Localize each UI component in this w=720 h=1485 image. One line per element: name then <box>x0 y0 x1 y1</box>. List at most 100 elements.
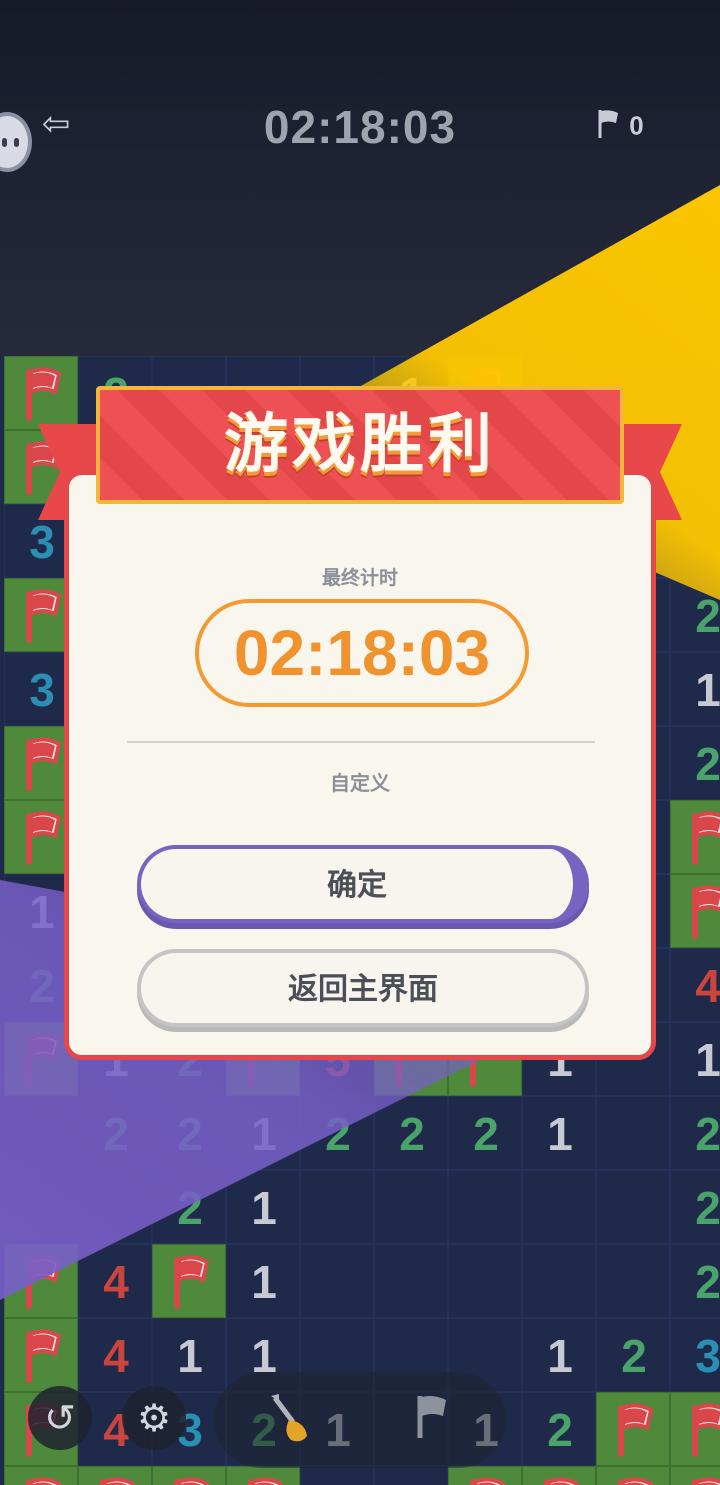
flagged-cell[interactable] <box>4 1244 78 1318</box>
flagged-cell[interactable] <box>670 1466 720 1485</box>
flag-icon <box>15 586 69 650</box>
flag-icon <box>596 108 622 147</box>
flagged-cell[interactable] <box>448 1466 522 1485</box>
top-bar: ⇦ 02:18:03 0 <box>0 0 720 360</box>
empty-cell[interactable] <box>374 1244 448 1318</box>
number-cell[interactable]: 2 <box>152 1170 226 1244</box>
flagged-cell[interactable] <box>4 1318 78 1392</box>
number-cell[interactable]: 1 <box>670 652 720 726</box>
flag-icon <box>237 1474 291 1485</box>
flag-icon <box>533 1474 587 1485</box>
cell-number: 4 <box>103 1330 129 1382</box>
flagged-cell[interactable] <box>152 1244 226 1318</box>
number-cell[interactable]: 2 <box>670 726 720 800</box>
undo-icon[interactable]: ↺ <box>28 1386 92 1450</box>
flagged-cell[interactable] <box>670 874 720 948</box>
empty-cell[interactable] <box>4 1170 78 1244</box>
flagged-cell[interactable] <box>596 1392 670 1466</box>
cell-number: 2 <box>695 1108 720 1160</box>
flag-icon <box>15 364 69 428</box>
number-cell[interactable]: 2 <box>596 1318 670 1392</box>
victory-banner: 游戏胜利 <box>96 386 624 504</box>
flag-icon[interactable] <box>404 1392 460 1448</box>
number-cell[interactable]: 1 <box>522 1318 596 1392</box>
flag-icon <box>15 1326 69 1390</box>
cell-number: 2 <box>177 1108 203 1160</box>
number-cell[interactable]: 1 <box>670 1022 720 1096</box>
flagged-cell[interactable] <box>4 1466 78 1485</box>
empty-cell[interactable] <box>4 1096 78 1170</box>
number-cell[interactable]: 3 <box>670 1318 720 1392</box>
empty-cell[interactable] <box>78 1170 152 1244</box>
empty-cell[interactable] <box>300 1170 374 1244</box>
number-cell[interactable]: 4 <box>78 1318 152 1392</box>
number-cell[interactable]: 2 <box>374 1096 448 1170</box>
cell-number: 1 <box>695 1034 720 1086</box>
flag-count-value: 0 <box>629 110 644 141</box>
empty-cell[interactable] <box>448 1244 522 1318</box>
empty-cell[interactable] <box>522 1244 596 1318</box>
victory-dialog: 最终计时 02:18:03 自定义 确定 返回主界面 <box>64 470 656 1060</box>
number-cell[interactable]: 1 <box>152 1318 226 1392</box>
number-cell[interactable]: 2 <box>670 578 720 652</box>
return-home-button[interactable]: 返回主界面 <box>137 949 589 1027</box>
flagged-cell[interactable] <box>596 1466 670 1485</box>
flagged-cell[interactable] <box>78 1466 152 1485</box>
flag-icon <box>681 808 720 872</box>
flag-icon <box>15 1252 69 1316</box>
victory-title: 游戏胜利 <box>224 408 496 482</box>
number-cell[interactable]: 1 <box>226 1170 300 1244</box>
number-cell[interactable]: 2 <box>670 1170 720 1244</box>
number-cell[interactable]: 1 <box>226 1096 300 1170</box>
number-cell[interactable]: 2 <box>300 1096 374 1170</box>
empty-cell[interactable] <box>300 1244 374 1318</box>
flag-icon <box>15 1474 69 1485</box>
number-cell[interactable]: 2 <box>670 1096 720 1170</box>
cell-number: 3 <box>695 1330 720 1382</box>
flag-icon <box>89 1474 143 1485</box>
cell-number: 2 <box>473 1108 499 1160</box>
number-cell[interactable]: 4 <box>670 948 720 1022</box>
flag-icon <box>607 1474 661 1485</box>
empty-cell[interactable] <box>670 430 720 504</box>
empty-cell[interactable] <box>522 1170 596 1244</box>
flag-icon <box>607 1400 661 1464</box>
number-cell[interactable]: 2 <box>152 1096 226 1170</box>
final-time-label: 最终计时 <box>321 567 398 589</box>
number-cell[interactable]: 1 <box>226 1244 300 1318</box>
number-cell[interactable]: 2 <box>448 1096 522 1170</box>
empty-cell[interactable] <box>670 356 720 430</box>
flag-icon <box>15 734 69 798</box>
number-cell[interactable]: 2 <box>522 1392 596 1466</box>
flag-counter: 0 <box>596 108 644 147</box>
number-cell[interactable]: 4 <box>78 1244 152 1318</box>
flag-icon <box>163 1252 217 1316</box>
empty-cell[interactable] <box>596 1244 670 1318</box>
flagged-cell[interactable] <box>226 1466 300 1485</box>
empty-cell[interactable] <box>374 1466 448 1485</box>
shovel-icon[interactable] <box>262 1392 318 1448</box>
empty-cell[interactable] <box>596 1170 670 1244</box>
gear-icon[interactable]: ⚙ <box>122 1386 186 1450</box>
empty-cell[interactable] <box>448 1170 522 1244</box>
empty-cell[interactable] <box>374 1170 448 1244</box>
cell-number: 1 <box>251 1108 277 1160</box>
flag-icon <box>15 1030 69 1094</box>
flagged-cell[interactable] <box>522 1466 596 1485</box>
cell-number: 2 <box>177 1182 203 1234</box>
cell-number: 2 <box>695 738 720 790</box>
cell-number: 2 <box>547 1404 573 1456</box>
flag-icon <box>681 1474 720 1485</box>
cell-number: 1 <box>177 1330 203 1382</box>
confirm-button[interactable]: 确定 <box>137 845 589 923</box>
empty-cell[interactable] <box>596 1096 670 1170</box>
number-cell[interactable]: 1 <box>522 1096 596 1170</box>
flagged-cell[interactable] <box>152 1466 226 1485</box>
flagged-cell[interactable] <box>4 356 78 430</box>
flagged-cell[interactable] <box>670 800 720 874</box>
number-cell[interactable]: 2 <box>78 1096 152 1170</box>
number-cell[interactable]: 2 <box>670 1244 720 1318</box>
flagged-cell[interactable] <box>670 1392 720 1466</box>
empty-cell[interactable] <box>300 1466 374 1485</box>
cell-number: 2 <box>695 1182 720 1234</box>
